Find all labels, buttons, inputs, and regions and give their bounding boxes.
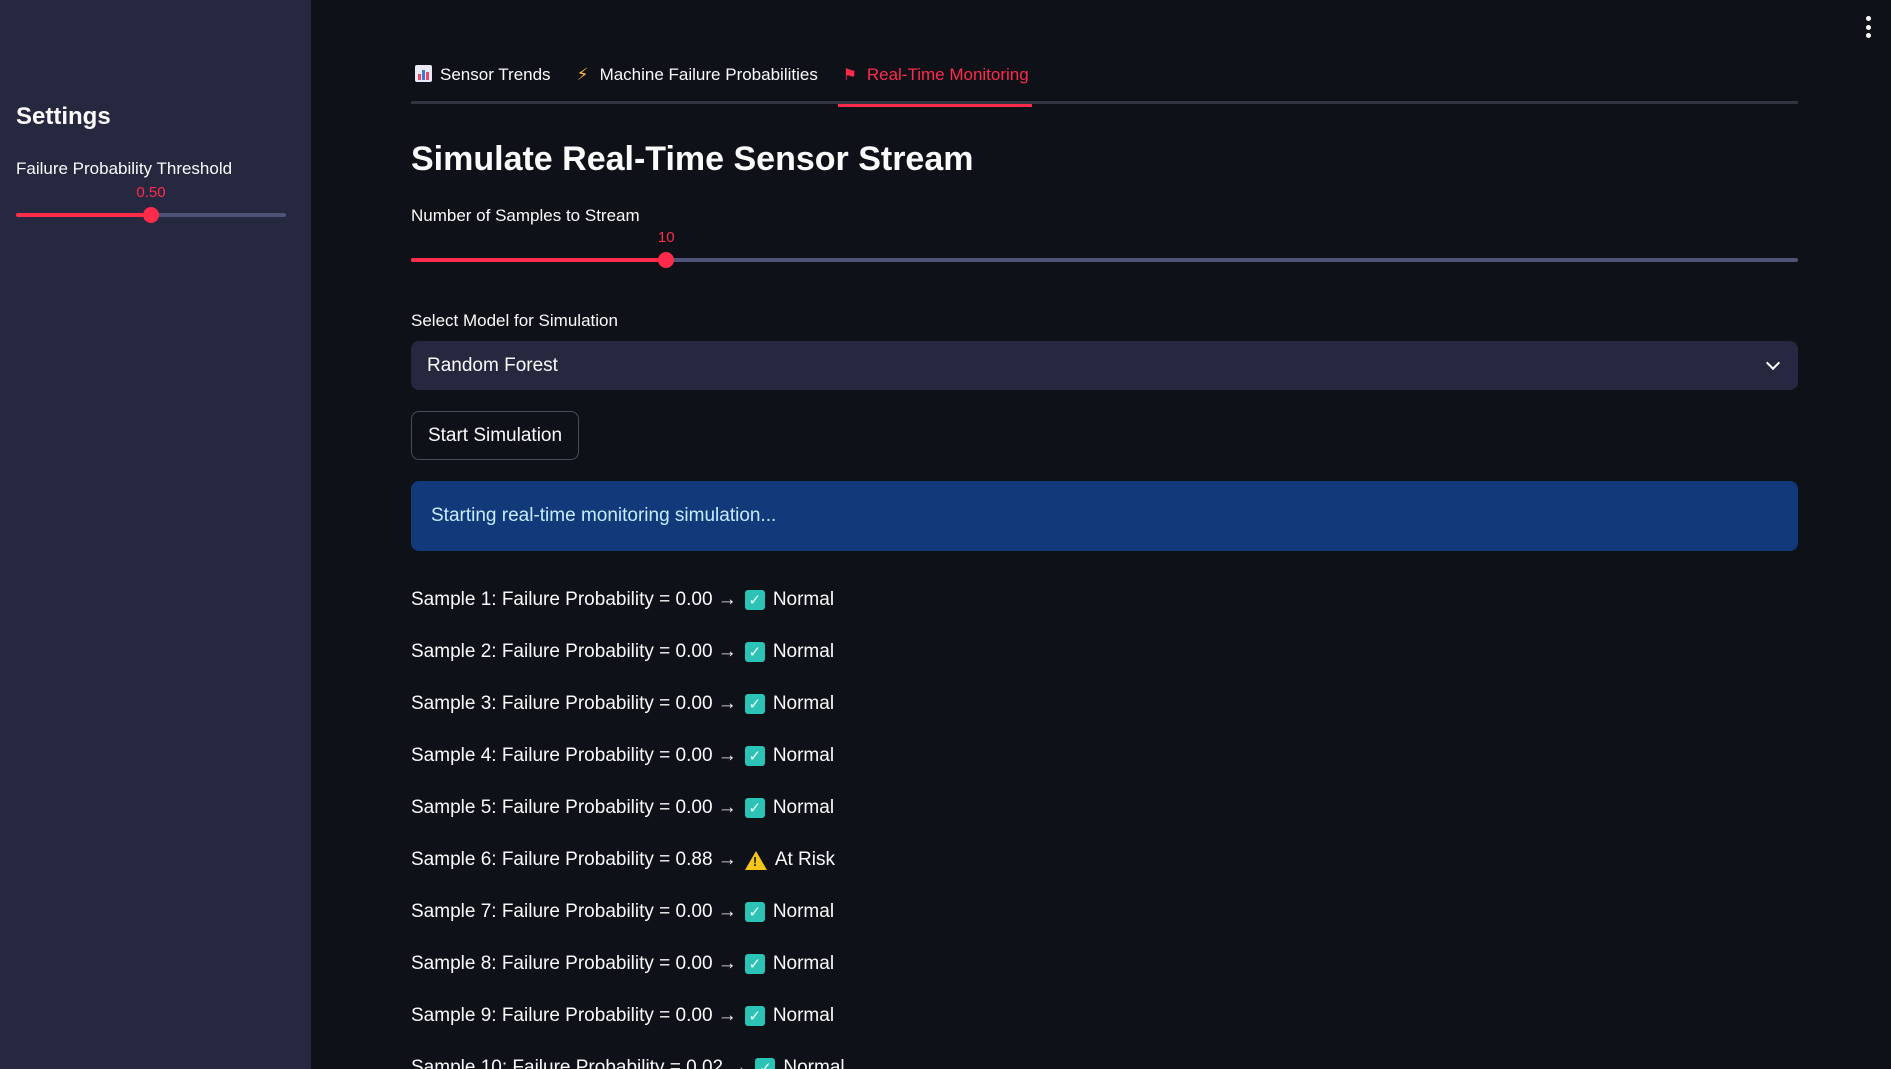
start-simulation-button[interactable]: Start Simulation xyxy=(411,411,579,460)
results-list: Sample 1: Failure Probability = 0.00 → ✓ N… xyxy=(411,574,1411,1069)
slider-thumb[interactable] xyxy=(658,252,675,268)
result-text: Sample 7: Failure Probability = 0.00 → xyxy=(411,901,737,922)
result-status: Normal xyxy=(772,901,835,922)
result-status: Normal xyxy=(772,953,835,974)
chevron-down-icon xyxy=(1765,355,1781,370)
app: Settings Failure Probability Threshold 0… xyxy=(0,0,1891,1069)
threshold-label: Failure Probability Threshold xyxy=(16,159,233,178)
result-status: Normal xyxy=(772,693,835,714)
info-alert: Starting real-time monitoring simulation… xyxy=(411,481,1798,551)
model-select[interactable]: Random Forest xyxy=(411,341,1798,390)
lightning-icon: ⚡︎ xyxy=(576,65,589,84)
menu-dot xyxy=(1865,24,1871,30)
threshold-slider[interactable]: 0.50 xyxy=(16,184,286,230)
check-icon: ✓ xyxy=(744,1006,765,1026)
result-text: Sample 4: Failure Probability = 0.00 → xyxy=(411,745,737,766)
result-text: Sample 10: Failure Probability = 0.02 → xyxy=(411,1057,748,1069)
sidebar: Settings Failure Probability Threshold 0… xyxy=(0,0,311,1069)
tab-label: Machine Failure Probabilities xyxy=(599,65,818,84)
tab-real-time-monitoring[interactable]: ⚑ Real-Time Monitoring xyxy=(837,53,1032,107)
result-row: Sample 1: Failure Probability = 0.00 → ✓ N… xyxy=(411,574,1411,626)
slider-fill xyxy=(411,258,667,262)
result-text: Sample 9: Failure Probability = 0.00 → xyxy=(411,1005,737,1026)
siren-icon: ⚑ xyxy=(842,67,858,84)
result-row: Sample 5: Failure Probability = 0.00 → ✓ N… xyxy=(411,782,1411,834)
result-row: Sample 8: Failure Probability = 0.00 → ✓ N… xyxy=(411,938,1411,990)
result-status: Normal xyxy=(783,1057,845,1069)
result-text: Sample 8: Failure Probability = 0.00 → xyxy=(411,953,737,974)
result-row: Sample 6: Failure Probability = 0.88 → At… xyxy=(411,834,1411,886)
result-status: Normal xyxy=(772,1005,835,1026)
result-status: Normal xyxy=(772,797,835,818)
check-icon: ✓ xyxy=(744,642,765,662)
samples-slider[interactable]: 10 xyxy=(411,229,1798,275)
menu-dot xyxy=(1865,33,1871,38)
slider-value: 10 xyxy=(657,229,675,246)
page-title: Simulate Real-Time Sensor Stream xyxy=(411,140,974,178)
check-icon: ✓ xyxy=(744,590,765,610)
result-text: Sample 6: Failure Probability = 0.88 → xyxy=(411,849,737,870)
result-status: At Risk xyxy=(774,849,835,870)
check-icon: ✓ xyxy=(744,954,765,974)
slider-fill xyxy=(16,213,151,217)
tab-label: Real-Time Monitoring xyxy=(866,65,1029,84)
warning-icon xyxy=(744,850,767,870)
result-row: Sample 7: Failure Probability = 0.00 → ✓ N… xyxy=(411,886,1411,938)
check-icon: ✓ xyxy=(744,694,765,714)
main-menu-icon[interactable] xyxy=(1865,16,1871,38)
result-status: Normal xyxy=(772,641,835,662)
slider-value: 0.50 xyxy=(136,184,166,201)
result-text: Sample 5: Failure Probability = 0.00 → xyxy=(411,797,737,818)
check-icon: ✓ xyxy=(744,746,765,766)
check-icon: ✓ xyxy=(755,1058,776,1069)
tab-sensor-trends[interactable]: Sensor Trends xyxy=(411,53,554,97)
bar-chart-icon xyxy=(414,64,432,86)
check-icon: ✓ xyxy=(744,798,765,818)
result-row: Sample 4: Failure Probability = 0.00 → ✓ N… xyxy=(411,730,1411,782)
result-status: Normal xyxy=(772,589,835,610)
result-text: Sample 2: Failure Probability = 0.00 → xyxy=(411,641,737,662)
result-text: Sample 3: Failure Probability = 0.00 → xyxy=(411,693,737,714)
tab-machine-failure-probabilities[interactable]: ⚡︎ Machine Failure Probabilities xyxy=(571,53,821,97)
samples-label: Number of Samples to Stream xyxy=(411,206,640,225)
info-message: Starting real-time monitoring simulation… xyxy=(431,505,777,526)
tab-label: Sensor Trends xyxy=(440,65,551,84)
result-row: Sample 2: Failure Probability = 0.00 → ✓ N… xyxy=(411,626,1411,678)
slider-thumb[interactable] xyxy=(143,207,159,223)
result-row: Sample 9: Failure Probability = 0.00 → ✓ N… xyxy=(411,990,1411,1042)
model-select-value: Random Forest xyxy=(427,354,558,376)
result-status: Normal xyxy=(772,745,835,766)
result-row: Sample 10: Failure Probability = 0.02 → ✓… xyxy=(411,1042,1411,1069)
check-icon: ✓ xyxy=(744,902,765,922)
model-select-label: Select Model for Simulation xyxy=(411,311,618,330)
sidebar-title: Settings xyxy=(16,103,111,130)
result-text: Sample 1: Failure Probability = 0.00 → xyxy=(411,589,737,610)
result-row: Sample 3: Failure Probability = 0.00 → ✓ N… xyxy=(411,678,1411,730)
tab-bar: Sensor Trends ⚡︎ Machine Failure Probabi… xyxy=(411,60,1798,107)
menu-dot xyxy=(1865,16,1871,21)
